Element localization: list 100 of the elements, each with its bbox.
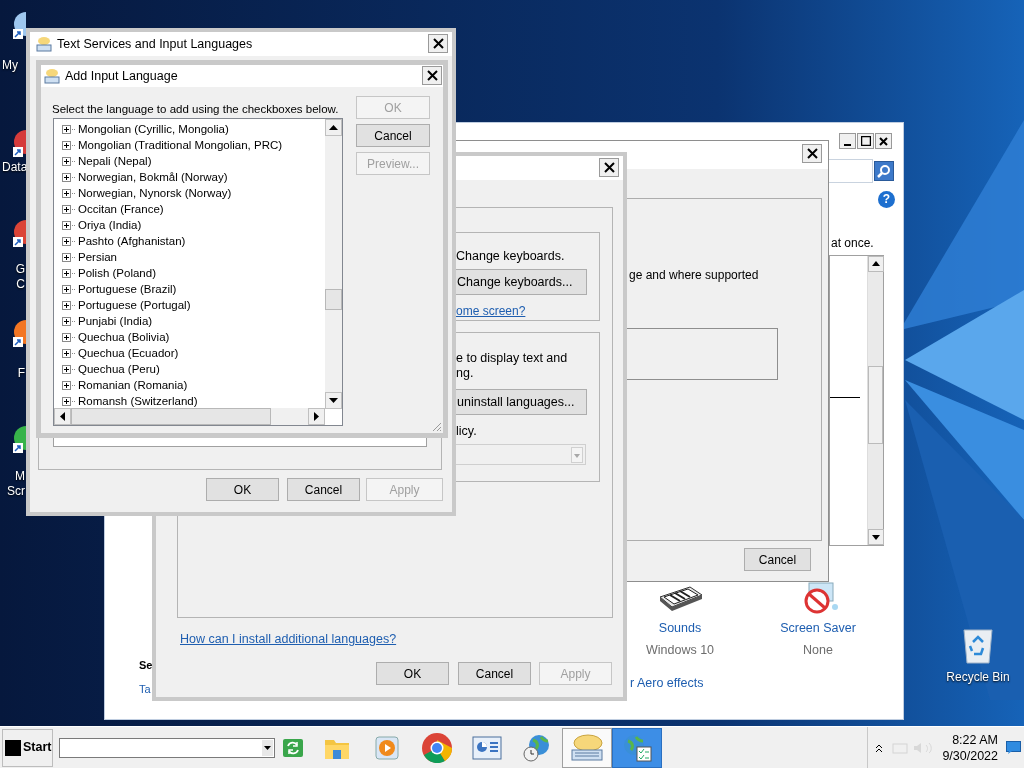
close-button[interactable] <box>422 66 442 85</box>
scroll-left-icon[interactable] <box>54 408 71 425</box>
resize-grip-icon[interactable] <box>431 421 442 432</box>
search-field[interactable] <box>827 159 873 183</box>
scrollbar-thumb[interactable] <box>325 289 342 310</box>
maximize-button[interactable] <box>857 133 874 149</box>
item-link[interactable]: Sounds <box>658 619 702 638</box>
dialog-button[interactable]: OK <box>376 662 449 685</box>
language-item[interactable]: Romansh (Switzerland) <box>78 394 198 408</box>
expand-icon[interactable] <box>62 236 76 246</box>
language-item[interactable]: Norwegian, Nynorsk (Norway) <box>78 186 232 200</box>
scrollbar[interactable] <box>867 256 883 545</box>
close-icon <box>806 148 818 159</box>
expand-icon[interactable] <box>62 332 76 342</box>
description-text: licy. <box>456 423 477 440</box>
desktop-shortcut-icon[interactable] <box>12 128 26 158</box>
language-item[interactable]: Persian <box>78 250 117 264</box>
scroll-down-icon[interactable] <box>868 529 884 545</box>
language-item[interactable]: Portuguese (Brazil) <box>78 282 177 296</box>
help-link[interactable]: ome screen? <box>456 302 526 320</box>
desktop-icon-label: My <box>2 58 18 73</box>
expand-icon[interactable] <box>62 252 76 262</box>
language-item[interactable]: Mongolian (Cyrillic, Mongolia) <box>78 122 229 136</box>
expand-icon[interactable] <box>62 172 76 182</box>
expand-icon[interactable] <box>62 156 76 166</box>
expand-icon[interactable] <box>62 348 76 358</box>
desktop-icon-label: C <box>16 277 25 292</box>
chevron-up-icon[interactable] <box>874 742 885 753</box>
language-item[interactable]: Polish (Poland) <box>78 266 156 280</box>
desktop-shortcut-icon[interactable] <box>12 318 26 348</box>
close-button[interactable] <box>875 133 892 149</box>
description-text: ng. <box>456 366 475 381</box>
expand-icon[interactable] <box>62 140 76 150</box>
close-icon <box>879 136 888 146</box>
desktop-shortcut-icon[interactable] <box>12 10 26 40</box>
scroll-down-icon[interactable] <box>325 392 342 409</box>
dialog-button[interactable]: Cancel <box>458 662 531 685</box>
dialog-button[interactable]: Cancel <box>744 548 811 571</box>
expand-icon[interactable] <box>62 188 76 198</box>
scrollbar[interactable] <box>54 408 325 425</box>
change-keyboards-button[interactable]: Change keyboards... <box>455 269 587 295</box>
desktop-icon-label: M <box>15 469 25 484</box>
language-item[interactable]: Quechua (Bolivia) <box>78 330 170 344</box>
address-field[interactable] <box>59 737 275 758</box>
expand-icon[interactable] <box>62 364 76 374</box>
search-button[interactable] <box>874 161 894 181</box>
scroll-up-icon[interactable] <box>325 119 342 136</box>
start-button[interactable]: Start <box>2 728 53 767</box>
description-text: e to display text and <box>456 351 568 366</box>
item-link[interactable]: Screen Saver <box>780 619 856 638</box>
dialog-button[interactable]: OK <box>206 478 279 501</box>
close-button[interactable] <box>599 158 619 177</box>
chart-icon <box>472 735 502 760</box>
notification-icon[interactable] <box>1006 741 1021 754</box>
dialog-button[interactable]: Cancel <box>356 124 430 147</box>
start-icon <box>5 739 21 756</box>
scrollbar-thumb[interactable] <box>868 366 883 444</box>
desktop-shortcut-icon[interactable] <box>12 218 26 248</box>
desktop-icon-label: Recycle Bin <box>946 669 1010 686</box>
section-link[interactable]: Ta <box>139 681 151 698</box>
language-item[interactable]: Nepali (Nepal) <box>78 154 152 168</box>
instruction-text: Select the language to add using the checkboxes below. <box>52 102 339 117</box>
language-item[interactable]: Oriya (India) <box>78 218 142 232</box>
window-title: Text Services and Input Languages <box>57 35 253 53</box>
language-item[interactable]: Norwegian, Bokmål (Norway) <box>78 170 228 184</box>
section-heading: Se <box>139 658 153 673</box>
help-link[interactable]: How can I install additional languages? <box>180 630 397 649</box>
desktop-shortcut-icon[interactable] <box>12 424 26 454</box>
expand-icon[interactable] <box>62 220 76 230</box>
close-button[interactable] <box>802 144 822 163</box>
language-item[interactable]: Punjabi (India) <box>78 314 153 328</box>
language-item[interactable]: Mongolian (Traditional Mongolian, PRC) <box>78 138 283 152</box>
uninstall-languages-button[interactable]: uninstall languages... <box>455 389 587 415</box>
expand-icon[interactable] <box>62 300 76 310</box>
language-item[interactable]: Quechua (Ecuador) <box>78 346 179 360</box>
language-item[interactable]: Occitan (France) <box>78 202 164 216</box>
help-icon[interactable]: ? <box>878 191 895 208</box>
close-icon <box>603 162 615 173</box>
aero-link[interactable]: r Aero effects <box>630 674 704 693</box>
language-item[interactable]: Portuguese (Portugal) <box>78 298 191 312</box>
expand-icon[interactable] <box>62 268 76 278</box>
expand-icon[interactable] <box>62 284 76 294</box>
item-subtitle: None <box>803 641 833 659</box>
scrollbar-thumb[interactable] <box>71 408 271 425</box>
expand-icon[interactable] <box>62 204 76 214</box>
close-button[interactable] <box>428 34 448 53</box>
language-item[interactable]: Romanian (Romania) <box>78 378 188 392</box>
scrollbar[interactable] <box>325 119 342 409</box>
taskbar-button[interactable] <box>612 727 662 768</box>
language-item[interactable]: Quechua (Peru) <box>78 362 160 376</box>
expand-icon[interactable] <box>62 316 76 326</box>
expand-icon[interactable] <box>62 396 76 406</box>
minimize-button[interactable] <box>839 133 856 149</box>
expand-icon[interactable] <box>62 380 76 390</box>
expand-icon[interactable] <box>62 124 76 134</box>
scroll-up-icon[interactable] <box>868 256 884 272</box>
scroll-right-icon[interactable] <box>308 408 325 425</box>
refresh-icon[interactable] <box>283 738 303 757</box>
dialog-button[interactable]: Cancel <box>287 478 360 501</box>
language-item[interactable]: Pashto (Afghanistan) <box>78 234 186 248</box>
